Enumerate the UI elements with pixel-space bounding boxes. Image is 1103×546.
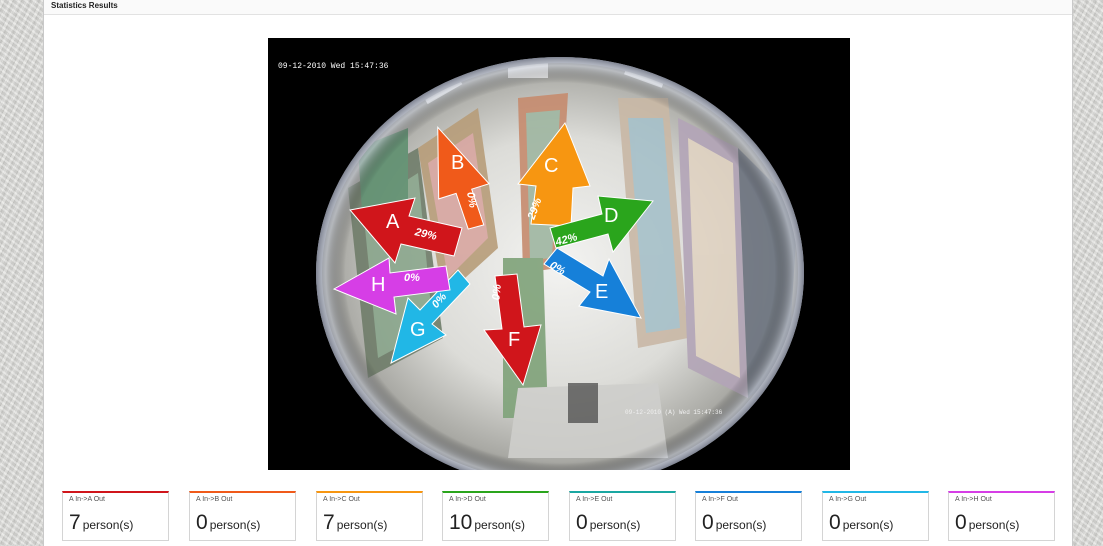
camera-timestamp: 09-12-2010 Wed 15:47:36 — [278, 62, 389, 71]
stat-label: A In->D Out — [449, 496, 486, 503]
stat-label: A In->C Out — [323, 496, 360, 503]
stat-number: 10 — [449, 511, 473, 534]
stat-value: 0 person(s) — [829, 511, 893, 535]
arrow-h-letter: H — [371, 274, 385, 296]
arrow-b-letter: B — [451, 152, 464, 174]
arrow-d-letter: D — [604, 205, 618, 227]
stat-label: A In->E Out — [576, 496, 613, 503]
stat-card: A In->G Out 0 person(s) — [822, 491, 929, 541]
stat-card: A In->E Out 0 person(s) — [569, 491, 676, 541]
panel-title: Statistics Results — [44, 0, 1072, 15]
arrow-h-percent: 0% — [404, 272, 420, 284]
stat-label: A In->G Out — [829, 496, 867, 503]
arrow-c-letter: C — [544, 155, 558, 177]
stat-number: 7 — [69, 511, 81, 534]
stat-unit: person(s) — [209, 518, 261, 532]
stat-value: 0 person(s) — [702, 511, 766, 535]
stat-card: A In->F Out 0 person(s) — [695, 491, 802, 541]
stat-card: A In->C Out 7 person(s) — [316, 491, 423, 541]
stat-card: A In->H Out 0 person(s) — [948, 491, 1055, 541]
stats-row: A In->A Out 7 person(s) A In->B Out 0 pers… — [62, 491, 1062, 543]
arrow-e-letter: E — [595, 281, 608, 303]
stat-value: 0 person(s) — [196, 511, 260, 535]
stat-number: 0 — [576, 511, 588, 534]
statistics-panel: Statistics Results 09-12-2010 Wed 15:47:… — [43, 0, 1073, 546]
camera-image: 09-12-2010 Wed 15:47:36 09-12-2010 (A) W… — [268, 38, 850, 470]
stat-unit: person(s) — [474, 518, 526, 532]
stat-number: 7 — [323, 511, 335, 534]
stat-card: A In->A Out 7 person(s) — [62, 491, 169, 541]
stat-value: 0 person(s) — [576, 511, 640, 535]
stat-number: 0 — [196, 511, 208, 534]
stat-unit: person(s) — [842, 518, 894, 532]
stat-label: A In->F Out — [702, 496, 738, 503]
arrow-f-letter: F — [508, 329, 520, 351]
stat-unit: person(s) — [82, 518, 134, 532]
stat-value: 0 person(s) — [955, 511, 1019, 535]
stat-unit: person(s) — [968, 518, 1020, 532]
stat-unit: person(s) — [336, 518, 388, 532]
stat-value: 7 person(s) — [323, 511, 387, 535]
stat-label: A In->A Out — [69, 496, 105, 503]
arrow-g-letter: G — [410, 319, 426, 341]
stat-number: 0 — [829, 511, 841, 534]
camera-corner-stamp: 09-12-2010 (A) Wed 15:47:36 — [625, 409, 723, 416]
stat-card: A In->D Out 10 person(s) — [442, 491, 549, 541]
stat-label: A In->H Out — [955, 496, 992, 503]
fisheye-camera-view: 09-12-2010 Wed 15:47:36 09-12-2010 (A) W… — [268, 38, 850, 470]
stat-value: 7 person(s) — [69, 511, 133, 535]
arrow-a-letter: A — [386, 211, 400, 233]
stat-label: A In->B Out — [196, 496, 233, 503]
stat-number: 0 — [955, 511, 967, 534]
stat-unit: person(s) — [715, 518, 767, 532]
stat-unit: person(s) — [589, 518, 641, 532]
stat-number: 0 — [702, 511, 714, 534]
stat-card: A In->B Out 0 person(s) — [189, 491, 296, 541]
stat-value: 10 person(s) — [449, 511, 525, 535]
arrow-f-percent: 0% — [490, 284, 503, 301]
